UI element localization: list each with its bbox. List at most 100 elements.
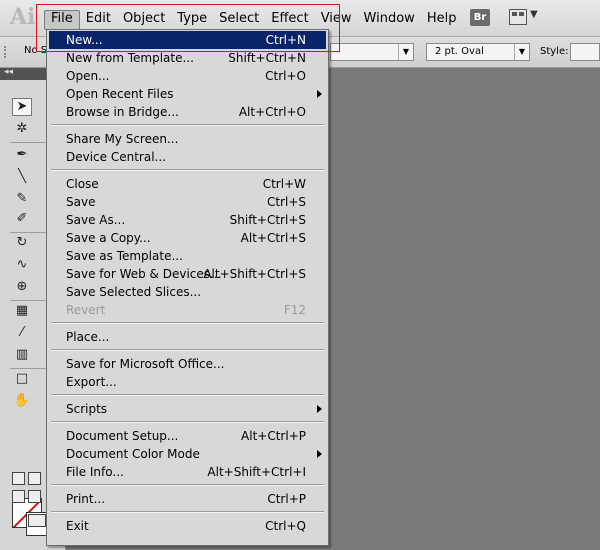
artboard-tool-icon[interactable]: □: [12, 370, 32, 388]
menu-item-document-setup[interactable]: Document Setup... Alt+Ctrl+P: [49, 427, 326, 445]
menu-item-label: Export...: [66, 375, 117, 389]
menu-item-save-as[interactable]: Save As... Shift+Ctrl+S: [49, 211, 326, 229]
menu-item-shortcut: Alt+Shift+Ctrl+I: [207, 465, 306, 479]
workspace-layout-icon[interactable]: [509, 9, 527, 25]
menu-separator: [51, 394, 324, 396]
menu-item-label: Save Selected Slices...: [66, 285, 202, 299]
menu-item-save-for-microsoft-office[interactable]: Save for Microsoft Office...: [49, 355, 326, 373]
menu-separator: [51, 169, 324, 171]
tool-divider: [10, 232, 48, 233]
menu-item-label: Scripts: [66, 402, 108, 416]
menu-item-shortcut: Ctrl+P: [267, 492, 306, 506]
menu-help[interactable]: Help: [421, 10, 463, 28]
menu-item-label: New...: [66, 33, 103, 47]
menu-object[interactable]: Object: [117, 10, 171, 28]
selection-status-label: No S: [24, 45, 48, 56]
toolbox-header[interactable]: ◂◂: [0, 67, 48, 80]
menu-item-save-as-template[interactable]: Save as Template...: [49, 247, 326, 265]
menu-select[interactable]: Select: [213, 10, 265, 28]
menu-edit[interactable]: Edit: [80, 10, 117, 28]
pen-tool-icon[interactable]: ✒: [12, 146, 32, 164]
menu-item-label: Open...: [66, 69, 110, 83]
color-mode-icon[interactable]: [12, 472, 25, 485]
menu-item-label: Save a Copy...: [66, 231, 151, 245]
menu-file[interactable]: File: [44, 10, 80, 30]
submenu-arrow-icon: [317, 90, 322, 98]
brush-definition-select[interactable]: 2 pt. Oval ▼: [426, 43, 530, 61]
hand-tool-icon[interactable]: ✋: [12, 392, 32, 410]
menu-item-save-for-web[interactable]: Save for Web & Devices... Alt+Shift+Ctrl+…: [49, 265, 326, 283]
blob-brush-tool-icon[interactable]: ✐: [12, 210, 32, 228]
menu-type[interactable]: Type: [171, 10, 213, 28]
menu-item-label: Save as Template...: [66, 249, 183, 263]
menu-separator: [51, 484, 324, 486]
menu-item-shortcut: Ctrl+S: [266, 195, 306, 209]
brush-value: 2 pt. Oval: [435, 46, 484, 57]
menu-item-place[interactable]: Place...: [49, 328, 326, 346]
menu-item-label: Save for Microsoft Office...: [66, 357, 225, 371]
menu-item-close[interactable]: Close Ctrl+W: [49, 175, 326, 193]
bridge-button[interactable]: Br: [470, 9, 490, 26]
paintbrush-tool-icon[interactable]: ✎: [12, 190, 32, 208]
style-swatch[interactable]: [570, 43, 600, 61]
chevron-down-icon[interactable]: ▼: [530, 9, 538, 20]
menu-window[interactable]: Window: [358, 10, 421, 28]
menu-item-shortcut: Alt+Ctrl+O: [238, 105, 306, 119]
menu-item-save-a-copy[interactable]: Save a Copy... Alt+Ctrl+S: [49, 229, 326, 247]
rotate-tool-icon[interactable]: ↻: [12, 234, 32, 252]
menu-items: File Edit Object Type Select Effect View…: [44, 10, 463, 30]
graph-tool-icon[interactable]: ▥: [12, 346, 32, 364]
line-tool-icon[interactable]: ╲: [12, 168, 32, 186]
menu-item-share-my-screen[interactable]: Share My Screen...: [49, 130, 326, 148]
menu-item-browse-in-bridge[interactable]: Browse in Bridge... Alt+Ctrl+O: [49, 103, 326, 121]
screen-mode-icon[interactable]: [28, 514, 46, 527]
menu-effect[interactable]: Effect: [265, 10, 314, 28]
menu-item-shortcut: Ctrl+N: [265, 33, 306, 47]
menu-item-shortcut: Alt+Ctrl+S: [240, 231, 306, 245]
menu-item-export[interactable]: Export...: [49, 373, 326, 391]
magic-wand-tool-icon[interactable]: ✲: [12, 120, 32, 138]
menu-item-label: Browse in Bridge...: [66, 105, 179, 119]
gripper-icon[interactable]: [4, 46, 14, 58]
menu-item-label: Revert: [66, 303, 106, 317]
menu-item-label: Place...: [66, 330, 110, 344]
menu-separator: [51, 421, 324, 423]
eyedropper-tool-icon[interactable]: ⁄: [12, 324, 32, 342]
menu-item-label: Exit: [66, 519, 89, 533]
menu-item-device-central[interactable]: Device Central...: [49, 148, 326, 166]
style-label: Style:: [540, 46, 569, 57]
menu-item-open[interactable]: Open... Ctrl+O: [49, 67, 326, 85]
menu-item-new[interactable]: New... Ctrl+N: [49, 31, 326, 49]
menu-item-save[interactable]: Save Ctrl+S: [49, 193, 326, 211]
menu-item-print[interactable]: Print... Ctrl+P: [49, 490, 326, 508]
tool-divider: [10, 142, 48, 143]
menu-item-label: File Info...: [66, 465, 124, 479]
draw-normal-icon[interactable]: [12, 490, 25, 503]
menu-item-scripts[interactable]: Scripts: [49, 400, 326, 418]
menu-item-open-recent-files[interactable]: Open Recent Files: [49, 85, 326, 103]
menu-item-shortcut: Ctrl+Q: [265, 519, 306, 533]
menu-item-file-info[interactable]: File Info... Alt+Shift+Ctrl+I: [49, 463, 326, 481]
draw-behind-icon[interactable]: [28, 490, 41, 503]
menu-item-shortcut: F12: [283, 303, 306, 317]
menu-view[interactable]: View: [315, 10, 358, 28]
menu-item-label: Save As...: [66, 213, 126, 227]
free-transform-tool-icon[interactable]: ⊕: [12, 278, 32, 296]
stroke-weight-select[interactable]: ▼: [330, 43, 414, 61]
warp-tool-icon[interactable]: ∿: [12, 256, 32, 274]
submenu-arrow-icon: [317, 405, 322, 413]
collapse-icon[interactable]: ◂◂: [4, 67, 13, 77]
menu-item-label: Print...: [66, 492, 106, 506]
menu-item-document-color-mode[interactable]: Document Color Mode: [49, 445, 326, 463]
gradient-mode-icon[interactable]: [28, 472, 41, 485]
menu-item-save-selected-slices[interactable]: Save Selected Slices...: [49, 283, 326, 301]
menu-item-label: New from Template...: [66, 51, 194, 65]
menu-item-label: Open Recent Files: [66, 87, 174, 101]
menu-item-new-from-template[interactable]: New from Template... Shift+Ctrl+N: [49, 49, 326, 67]
chevron-down-icon: ▼: [398, 44, 413, 60]
mesh-tool-icon[interactable]: ▦: [12, 302, 32, 320]
menu-item-exit[interactable]: Exit Ctrl+Q: [49, 517, 326, 535]
menu-item-shortcut: Alt+Shift+Ctrl+S: [203, 267, 306, 281]
selection-tool-icon[interactable]: ➤: [12, 98, 32, 116]
chevron-down-icon: ▼: [514, 44, 529, 60]
